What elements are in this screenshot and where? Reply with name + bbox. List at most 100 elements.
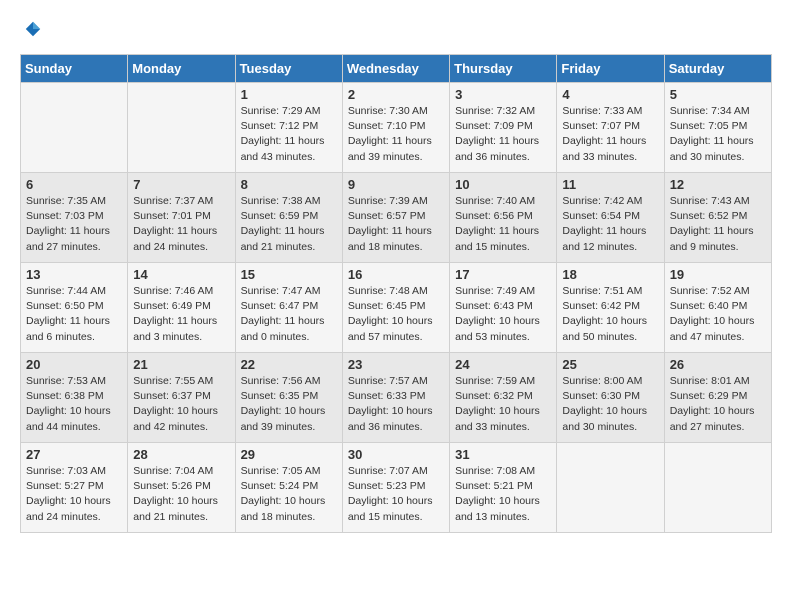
day-number: 26 [670, 357, 766, 372]
column-header-tuesday: Tuesday [235, 55, 342, 83]
day-info: Sunrise: 7:08 AM Sunset: 5:21 PM Dayligh… [455, 464, 551, 525]
column-header-saturday: Saturday [664, 55, 771, 83]
day-number: 21 [133, 357, 229, 372]
calendar-cell: 18 Sunrise: 7:51 AM Sunset: 6:42 PM Dayli… [557, 263, 664, 353]
day-number: 17 [455, 267, 551, 282]
day-number: 16 [348, 267, 444, 282]
calendar-cell: 9 Sunrise: 7:39 AM Sunset: 6:57 PM Daylig… [342, 173, 449, 263]
day-number: 10 [455, 177, 551, 192]
calendar-cell: 17 Sunrise: 7:49 AM Sunset: 6:43 PM Dayli… [450, 263, 557, 353]
day-number: 18 [562, 267, 658, 282]
day-info: Sunrise: 7:51 AM Sunset: 6:42 PM Dayligh… [562, 284, 658, 345]
day-info: Sunrise: 7:07 AM Sunset: 5:23 PM Dayligh… [348, 464, 444, 525]
day-info: Sunrise: 7:49 AM Sunset: 6:43 PM Dayligh… [455, 284, 551, 345]
calendar-cell: 15 Sunrise: 7:47 AM Sunset: 6:47 PM Dayli… [235, 263, 342, 353]
calendar-cell: 6 Sunrise: 7:35 AM Sunset: 7:03 PM Daylig… [21, 173, 128, 263]
logo-icon [24, 20, 42, 38]
day-info: Sunrise: 7:32 AM Sunset: 7:09 PM Dayligh… [455, 104, 551, 165]
day-number: 2 [348, 87, 444, 102]
calendar-cell: 29 Sunrise: 7:05 AM Sunset: 5:24 PM Dayli… [235, 443, 342, 533]
calendar-cell: 27 Sunrise: 7:03 AM Sunset: 5:27 PM Dayli… [21, 443, 128, 533]
column-header-sunday: Sunday [21, 55, 128, 83]
calendar-cell: 22 Sunrise: 7:56 AM Sunset: 6:35 PM Dayli… [235, 353, 342, 443]
day-number: 30 [348, 447, 444, 462]
day-number: 24 [455, 357, 551, 372]
day-number: 9 [348, 177, 444, 192]
day-number: 13 [26, 267, 122, 282]
calendar-cell: 24 Sunrise: 7:59 AM Sunset: 6:32 PM Dayli… [450, 353, 557, 443]
day-info: Sunrise: 7:57 AM Sunset: 6:33 PM Dayligh… [348, 374, 444, 435]
calendar-cell: 19 Sunrise: 7:52 AM Sunset: 6:40 PM Dayli… [664, 263, 771, 353]
calendar-cell: 1Sunrise: 7:29 AM Sunset: 7:12 PM Daylig… [235, 83, 342, 173]
calendar-header-row: SundayMondayTuesdayWednesdayThursdayFrid… [21, 55, 772, 83]
day-info: Sunrise: 7:55 AM Sunset: 6:37 PM Dayligh… [133, 374, 229, 435]
calendar-cell [664, 443, 771, 533]
day-info: Sunrise: 7:43 AM Sunset: 6:52 PM Dayligh… [670, 194, 766, 255]
calendar-cell: 5 Sunrise: 7:34 AM Sunset: 7:05 PM Daylig… [664, 83, 771, 173]
calendar-cell: 3 Sunrise: 7:32 AM Sunset: 7:09 PM Daylig… [450, 83, 557, 173]
day-info: Sunrise: 7:53 AM Sunset: 6:38 PM Dayligh… [26, 374, 122, 435]
day-number: 14 [133, 267, 229, 282]
calendar-cell: 11 Sunrise: 7:42 AM Sunset: 6:54 PM Dayli… [557, 173, 664, 263]
calendar-week-row: 1Sunrise: 7:29 AM Sunset: 7:12 PM Daylig… [21, 83, 772, 173]
calendar-cell: 31 Sunrise: 7:08 AM Sunset: 5:21 PM Dayli… [450, 443, 557, 533]
calendar-cell: 4 Sunrise: 7:33 AM Sunset: 7:07 PM Daylig… [557, 83, 664, 173]
day-info: Sunrise: 7:39 AM Sunset: 6:57 PM Dayligh… [348, 194, 444, 255]
day-number: 25 [562, 357, 658, 372]
day-info: Sunrise: 7:05 AM Sunset: 5:24 PM Dayligh… [241, 464, 337, 525]
day-info: Sunrise: 7:04 AM Sunset: 5:26 PM Dayligh… [133, 464, 229, 525]
calendar-cell [557, 443, 664, 533]
day-info: Sunrise: 7:29 AM Sunset: 7:12 PM Dayligh… [241, 104, 337, 165]
day-info: Sunrise: 7:33 AM Sunset: 7:07 PM Dayligh… [562, 104, 658, 165]
calendar-cell: 25Sunrise: 8:00 AM Sunset: 6:30 PM Dayli… [557, 353, 664, 443]
day-info: Sunrise: 7:42 AM Sunset: 6:54 PM Dayligh… [562, 194, 658, 255]
day-number: 7 [133, 177, 229, 192]
day-number: 4 [562, 87, 658, 102]
calendar-week-row: 6 Sunrise: 7:35 AM Sunset: 7:03 PM Daylig… [21, 173, 772, 263]
day-number: 19 [670, 267, 766, 282]
day-info: Sunrise: 7:48 AM Sunset: 6:45 PM Dayligh… [348, 284, 444, 345]
day-info: Sunrise: 8:01 AM Sunset: 6:29 PM Dayligh… [670, 374, 766, 435]
day-number: 27 [26, 447, 122, 462]
calendar-cell: 8 Sunrise: 7:38 AM Sunset: 6:59 PM Daylig… [235, 173, 342, 263]
column-header-friday: Friday [557, 55, 664, 83]
day-info: Sunrise: 7:40 AM Sunset: 6:56 PM Dayligh… [455, 194, 551, 255]
calendar-cell: 20 Sunrise: 7:53 AM Sunset: 6:38 PM Dayli… [21, 353, 128, 443]
day-info: Sunrise: 7:03 AM Sunset: 5:27 PM Dayligh… [26, 464, 122, 525]
calendar-cell: 14Sunrise: 7:46 AM Sunset: 6:49 PM Dayli… [128, 263, 235, 353]
calendar-cell: 7Sunrise: 7:37 AM Sunset: 7:01 PM Daylig… [128, 173, 235, 263]
calendar-cell: 12Sunrise: 7:43 AM Sunset: 6:52 PM Dayli… [664, 173, 771, 263]
day-number: 5 [670, 87, 766, 102]
day-info: Sunrise: 7:30 AM Sunset: 7:10 PM Dayligh… [348, 104, 444, 165]
day-number: 15 [241, 267, 337, 282]
calendar-week-row: 20 Sunrise: 7:53 AM Sunset: 6:38 PM Dayli… [21, 353, 772, 443]
calendar-cell: 16 Sunrise: 7:48 AM Sunset: 6:45 PM Dayli… [342, 263, 449, 353]
day-number: 11 [562, 177, 658, 192]
day-number: 29 [241, 447, 337, 462]
day-info: Sunrise: 7:47 AM Sunset: 6:47 PM Dayligh… [241, 284, 337, 345]
calendar-cell: 23 Sunrise: 7:57 AM Sunset: 6:33 PM Dayli… [342, 353, 449, 443]
day-number: 22 [241, 357, 337, 372]
day-info: Sunrise: 7:34 AM Sunset: 7:05 PM Dayligh… [670, 104, 766, 165]
calendar-cell [21, 83, 128, 173]
day-number: 31 [455, 447, 551, 462]
day-info: Sunrise: 7:44 AM Sunset: 6:50 PM Dayligh… [26, 284, 122, 345]
page-header [20, 20, 772, 38]
column-header-monday: Monday [128, 55, 235, 83]
day-info: Sunrise: 7:35 AM Sunset: 7:03 PM Dayligh… [26, 194, 122, 255]
day-info: Sunrise: 7:38 AM Sunset: 6:59 PM Dayligh… [241, 194, 337, 255]
day-number: 8 [241, 177, 337, 192]
calendar-cell: 2 Sunrise: 7:30 AM Sunset: 7:10 PM Daylig… [342, 83, 449, 173]
calendar-table: SundayMondayTuesdayWednesdayThursdayFrid… [20, 54, 772, 533]
day-number: 3 [455, 87, 551, 102]
day-info: Sunrise: 7:56 AM Sunset: 6:35 PM Dayligh… [241, 374, 337, 435]
calendar-cell: 28Sunrise: 7:04 AM Sunset: 5:26 PM Dayli… [128, 443, 235, 533]
day-number: 6 [26, 177, 122, 192]
day-number: 20 [26, 357, 122, 372]
day-info: Sunrise: 7:59 AM Sunset: 6:32 PM Dayligh… [455, 374, 551, 435]
calendar-cell: 26 Sunrise: 8:01 AM Sunset: 6:29 PM Dayli… [664, 353, 771, 443]
day-number: 23 [348, 357, 444, 372]
column-header-thursday: Thursday [450, 55, 557, 83]
day-info: Sunrise: 7:52 AM Sunset: 6:40 PM Dayligh… [670, 284, 766, 345]
logo [20, 20, 42, 38]
